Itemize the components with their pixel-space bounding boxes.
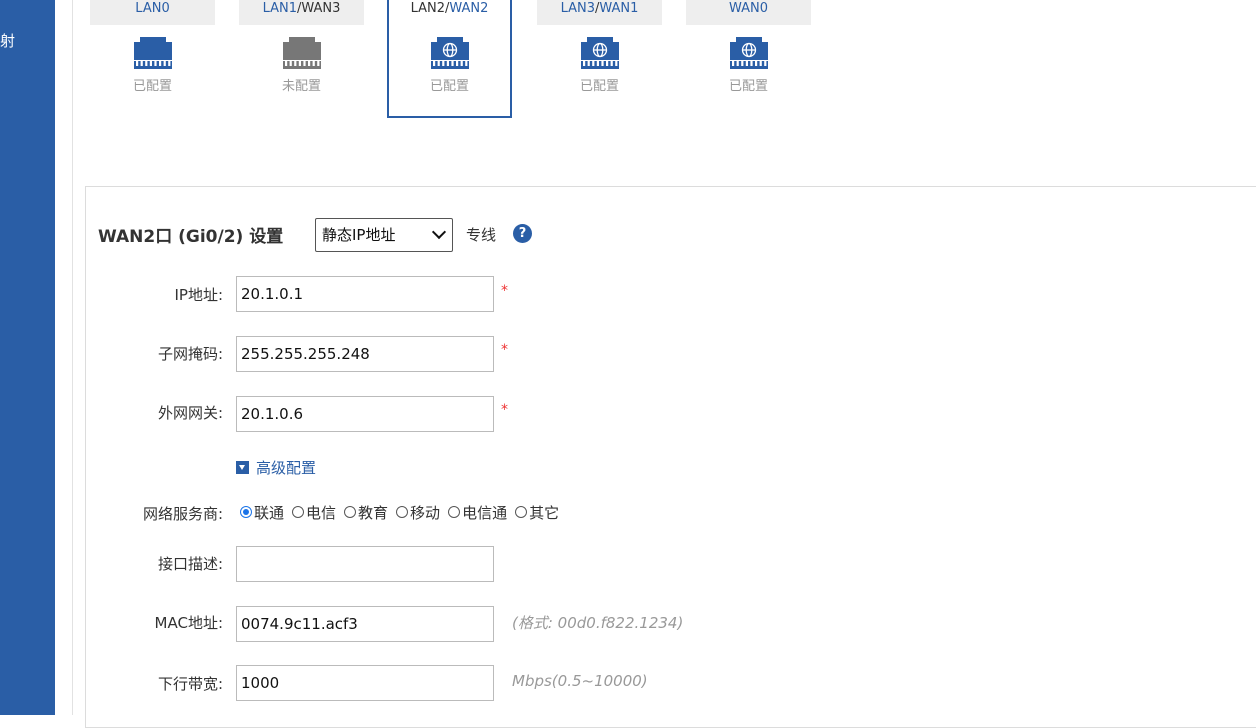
advanced-config-label: 高级配置 — [256, 459, 317, 477]
port-name: WAN0 — [686, 0, 811, 25]
isp-option-label: 其它 — [529, 504, 560, 522]
port-name-primary: LAN0 — [135, 1, 170, 16]
mac-label: MAC地址: — [154, 614, 223, 632]
sidebar-divider — [55, 0, 73, 715]
ethernet-port-icon — [279, 33, 325, 69]
globe-port-icon — [726, 33, 772, 69]
bandwidth-range-hint: Mbps(0.5~10000) — [512, 672, 648, 690]
port-status: 未配置 — [281, 79, 321, 94]
radio-icon — [292, 506, 305, 518]
isp-radio-group: 联通 电信 教育 移动 电信通 其它 — [240, 502, 567, 523]
port-tab[interactable]: LAN3/WAN1 已配置 — [537, 0, 662, 118]
port-status: 已配置 — [132, 79, 172, 94]
port-status: 已配置 — [579, 79, 619, 94]
page-title: WAN2口 (Gi0/2) 设置 — [98, 227, 284, 247]
radio-icon — [240, 506, 252, 518]
mac-address-input[interactable] — [236, 606, 494, 642]
bandwidth-label: 下行带宽: — [157, 675, 223, 693]
isp-option-label: 电信通 — [462, 504, 508, 522]
isp-label: 网络服务商: — [142, 505, 223, 523]
sidebar-item-partial[interactable]: 射 — [0, 30, 15, 51]
globe-port-icon — [577, 33, 623, 69]
port-tab[interactable]: LAN0 已配置 — [90, 0, 215, 118]
isp-radio-option[interactable]: 电信 — [292, 502, 336, 523]
port-name-wan: WAN0 — [728, 1, 769, 16]
port-name: LAN0 — [90, 0, 215, 25]
required-mark: * — [501, 342, 508, 358]
radio-icon — [396, 506, 409, 518]
port-name-primary: LAN2 — [410, 1, 445, 16]
isp-radio-option[interactable]: 电信通 — [448, 502, 507, 523]
line-type-label: 专线 — [466, 226, 497, 244]
port-name-primary: LAN3 — [560, 1, 595, 16]
port-tab[interactable]: LAN1/WAN3 未配置 — [239, 0, 364, 118]
radio-icon — [515, 506, 528, 518]
port-name: LAN3/WAN1 — [537, 0, 662, 25]
port-name-wan: WAN3 — [301, 1, 341, 16]
globe-port-icon — [427, 33, 473, 69]
isp-option-label: 移动 — [410, 504, 441, 522]
port-name: LAN1/WAN3 — [239, 0, 364, 25]
isp-option-label: 教育 — [358, 504, 389, 522]
isp-option-label: 电信 — [306, 504, 337, 522]
isp-radio-option[interactable]: 移动 — [396, 502, 440, 523]
port-name: LAN2/WAN2 — [389, 0, 510, 25]
description-label: 接口描述: — [157, 555, 223, 573]
isp-option-label: 联通 — [254, 504, 285, 522]
ip-address-input[interactable] — [236, 276, 494, 312]
ethernet-port-icon — [130, 33, 176, 69]
isp-radio-option[interactable]: 联通 — [240, 502, 284, 523]
chevron-down-icon — [431, 224, 447, 240]
subnet-mask-input[interactable] — [236, 336, 494, 372]
sidebar: 射 — [0, 0, 55, 715]
gateway-label: 外网网关: — [157, 404, 223, 422]
port-name-primary: LAN1 — [262, 1, 297, 16]
port-tab[interactable]: LAN2/WAN2 已配置 — [387, 0, 512, 118]
advanced-config-toggle[interactable]: 高级配置 — [236, 457, 316, 478]
required-mark: * — [501, 283, 508, 299]
downstream-bandwidth-input[interactable] — [236, 665, 494, 701]
description-input[interactable] — [236, 546, 494, 582]
gateway-input[interactable] — [236, 396, 494, 432]
port-name-wan: WAN2 — [449, 1, 489, 16]
mask-label: 子网掩码: — [157, 345, 223, 363]
port-status: 已配置 — [728, 79, 768, 94]
port-name-wan: WAN1 — [599, 1, 639, 16]
help-icon[interactable]: ? — [513, 224, 532, 243]
connection-mode-value: 静态IP地址 — [322, 226, 396, 244]
connection-mode-select[interactable]: 静态IP地址 — [315, 218, 453, 252]
required-mark: * — [501, 402, 508, 418]
expand-icon — [236, 461, 249, 474]
radio-icon — [448, 506, 461, 518]
mac-format-hint: (格式: 00d0.f822.1234) — [512, 614, 684, 632]
isp-radio-option[interactable]: 其它 — [515, 502, 559, 523]
isp-radio-option[interactable]: 教育 — [344, 502, 388, 523]
port-tab[interactable]: WAN0 已配置 — [686, 0, 811, 118]
port-status: 已配置 — [429, 79, 469, 94]
ip-label: IP地址: — [174, 286, 223, 304]
radio-icon — [344, 506, 357, 518]
